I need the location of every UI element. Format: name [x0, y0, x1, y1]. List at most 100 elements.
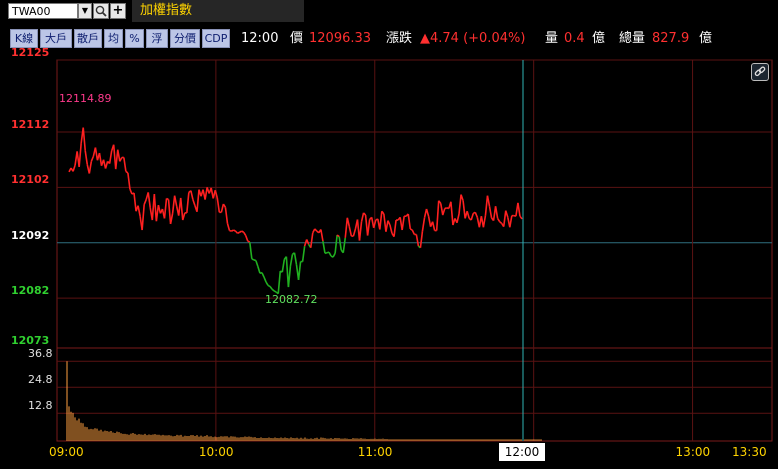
volume-tick-label: 36.8: [28, 347, 53, 361]
price-line-segment: [265, 281, 269, 286]
price-line-segment: [181, 212, 186, 221]
price-line-segment: [133, 192, 137, 212]
price-line-segment: [442, 208, 446, 216]
price-line-segment: [72, 164, 76, 172]
price-line-segment: [324, 251, 328, 255]
price-line-segment: [366, 219, 371, 236]
price-line-segment: [385, 220, 389, 232]
intraday-chart[interactable]: [0, 0, 778, 469]
price-line-segment: [129, 188, 133, 195]
link-button[interactable]: [751, 63, 769, 81]
price-line-segment: [220, 203, 225, 213]
price-line-segment: [239, 230, 243, 233]
price-line-segment: [248, 242, 253, 259]
price-line-segment: [263, 276, 267, 283]
price-line-segment: [474, 212, 479, 218]
price-line-segment: [273, 290, 277, 293]
price-line-segment: [389, 224, 393, 234]
price-line-segment: [314, 228, 318, 232]
price-line-segment: [297, 261, 302, 280]
price-line-segment: [141, 204, 145, 231]
price-line-segment: [237, 231, 241, 235]
price-line-segment: [332, 252, 336, 258]
price-line-segment: [247, 240, 251, 243]
price-line-segment: [462, 200, 466, 219]
price-line-segment: [271, 288, 275, 292]
price-line-segment: [251, 258, 255, 261]
price-line-segment: [114, 149, 119, 170]
price-line-segment: [229, 229, 232, 232]
price-line-segment: [411, 229, 416, 235]
price-line-segment: [456, 213, 460, 224]
price-line-segment: [504, 210, 509, 218]
price-line-segment: [108, 150, 113, 164]
price-line-segment: [334, 234, 338, 254]
price-line-segment: [192, 199, 196, 206]
time-tick-label: 10:00: [198, 445, 234, 459]
price-line-segment: [328, 251, 332, 257]
price-line-segment: [253, 259, 257, 262]
volume-tick-label: 24.8: [28, 373, 53, 387]
price-line-segment: [342, 237, 347, 253]
price-line-segment: [470, 213, 475, 221]
price-line-segment: [484, 195, 489, 216]
high-annotation: 12114.89: [59, 92, 112, 105]
price-line-segment: [173, 195, 178, 207]
price-tick-label: 12102: [11, 173, 50, 187]
price-line-segment: [466, 210, 470, 219]
price-line-segment: [143, 199, 147, 205]
price-line-segment: [352, 228, 357, 237]
cursor-time-label: 12:00: [499, 443, 545, 461]
price-line-segment: [204, 187, 208, 200]
price-line-segment: [460, 194, 464, 201]
price-line-segment: [155, 205, 160, 222]
price-line-segment: [360, 212, 365, 222]
price-line-segment: [277, 270, 282, 294]
price-line-segment: [94, 147, 99, 161]
price-line-segment: [98, 152, 103, 166]
price-line-segment: [309, 232, 314, 248]
price-line-segment: [517, 202, 521, 217]
price-line-segment: [499, 221, 503, 225]
price-line-segment: [243, 231, 247, 236]
price-line-segment: [82, 127, 87, 151]
price-line-segment: [450, 201, 454, 226]
volume-tick-label: 12.8: [28, 399, 53, 413]
price-line-segment: [494, 206, 499, 219]
price-line-segment: [147, 192, 152, 208]
price-tick-label: 12125: [11, 46, 50, 59]
price-line-segment: [305, 239, 310, 245]
price-line-segment: [421, 217, 426, 232]
price-line-segment: [407, 213, 412, 230]
price-tick-label: 12082: [11, 284, 50, 298]
time-tick-label: 13:30: [732, 445, 767, 459]
price-line-segment: [379, 211, 383, 230]
link-icon: [754, 66, 766, 77]
price-tick-label: 12073: [11, 334, 50, 347]
price-line-segment: [344, 217, 349, 238]
price-line-segment: [444, 207, 448, 210]
price-line-segment: [387, 220, 391, 226]
price-line-segment: [393, 219, 397, 237]
price-line-segment: [509, 215, 513, 228]
price-line-segment: [216, 197, 221, 213]
price-line-segment: [222, 203, 227, 208]
price-line-segment: [233, 229, 236, 232]
price-line-segment: [163, 198, 168, 219]
price-line-segment: [224, 207, 229, 224]
price-line-segment: [427, 216, 432, 227]
price-line-segment: [88, 161, 93, 174]
price-line-segment: [488, 206, 493, 218]
price-line-segment: [409, 228, 413, 231]
price-line-segment: [431, 221, 436, 231]
price-line-segment: [84, 150, 89, 165]
time-tick-label: 09:00: [49, 445, 84, 459]
price-line-segment: [415, 234, 420, 247]
price-line-segment: [320, 229, 324, 242]
price-line-segment: [179, 197, 184, 221]
price-line-segment: [401, 216, 405, 231]
price-line-segment: [287, 265, 292, 288]
price-line-segment: [293, 252, 298, 266]
price-line-segment: [90, 156, 95, 162]
price-line-segment: [346, 217, 351, 227]
